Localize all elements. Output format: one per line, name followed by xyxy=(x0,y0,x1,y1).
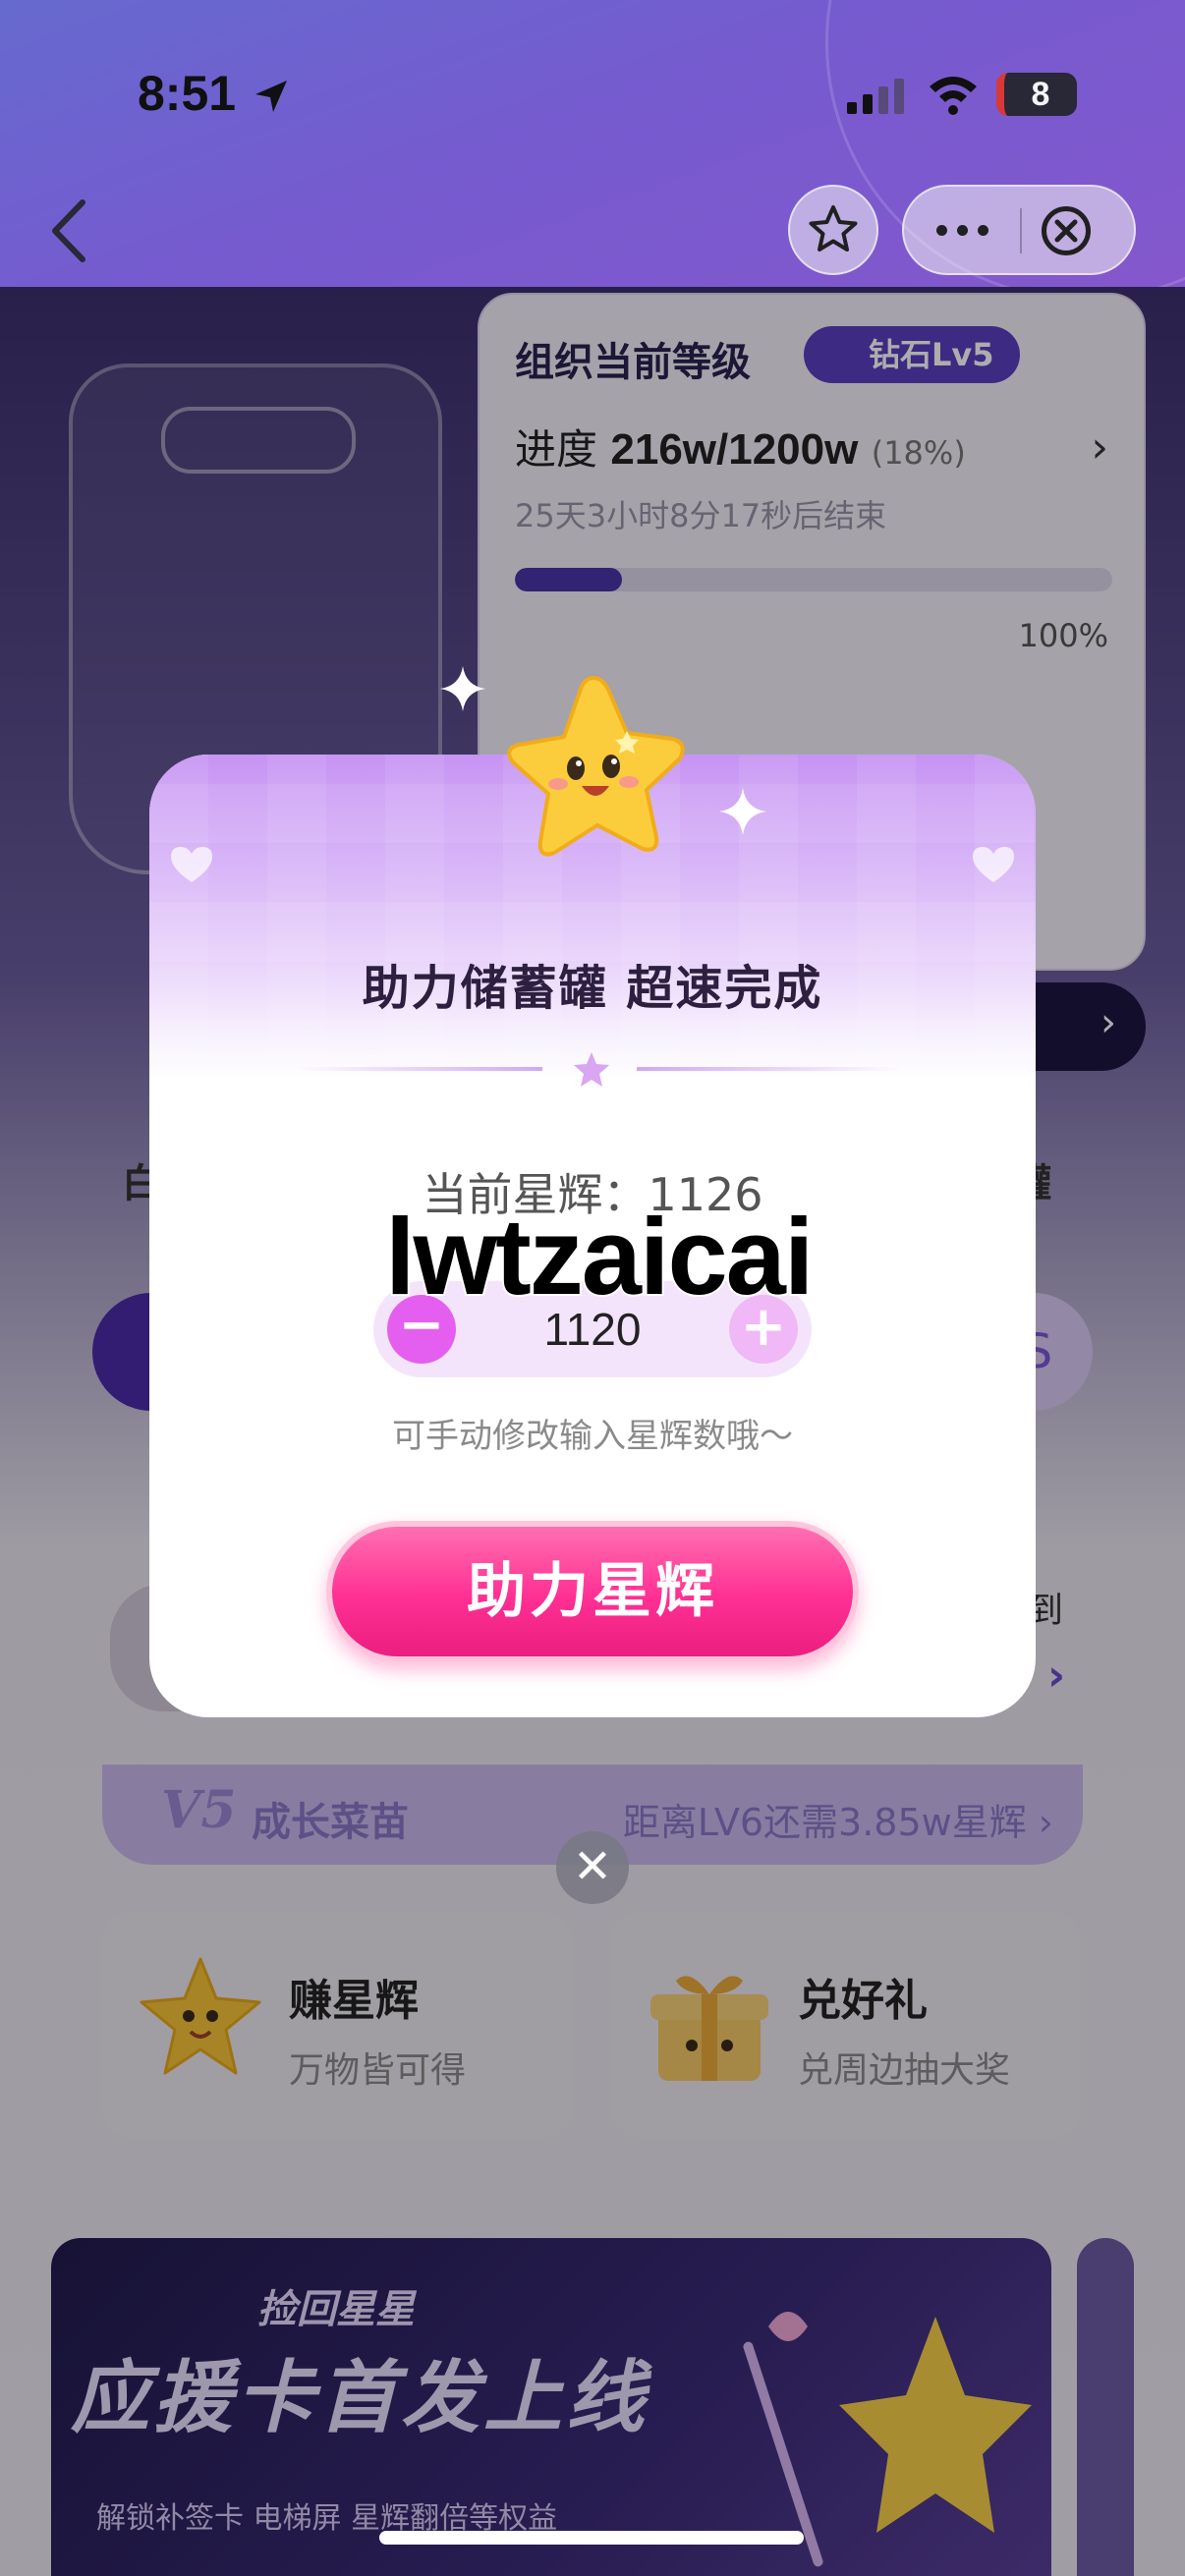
input-hint: 可手动修改输入星辉数哦～ xyxy=(392,1417,793,1456)
star-icon xyxy=(574,1052,609,1087)
capsule-divider xyxy=(1020,208,1022,253)
boost-confirm-button[interactable]: 助力星辉 xyxy=(326,1521,859,1662)
battery-icon: 8 xyxy=(996,73,1077,116)
wifi-icon xyxy=(930,77,977,115)
heart-icon xyxy=(171,847,212,882)
modal-title: 助力储蓄罐 超速完成 xyxy=(362,961,823,1016)
home-indicator xyxy=(379,2531,804,2545)
watermark-text: lwtzaicai xyxy=(383,1195,816,1319)
sparkle-icon xyxy=(719,788,766,835)
cellular-signal-icon xyxy=(847,79,904,114)
boost-modal: 助力储蓄罐 超速完成 当前星辉：1126 − + lwtzaicai 可手动修改… xyxy=(149,755,1036,1717)
divider-line xyxy=(297,1067,542,1071)
top-bar: 8:51 8 xyxy=(0,0,1185,287)
divider-line xyxy=(637,1067,902,1071)
more-dots-icon xyxy=(935,224,947,236)
modal-close-button[interactable]: ✕ xyxy=(556,1831,629,1904)
heart-icon xyxy=(973,847,1014,882)
top-bar-dim xyxy=(0,0,1185,287)
close-icon xyxy=(1054,219,1078,243)
more-dots-icon xyxy=(956,224,968,236)
close-miniapp-button[interactable] xyxy=(1042,206,1091,255)
star-mascot-icon xyxy=(507,676,685,857)
more-dots-icon xyxy=(977,224,988,236)
